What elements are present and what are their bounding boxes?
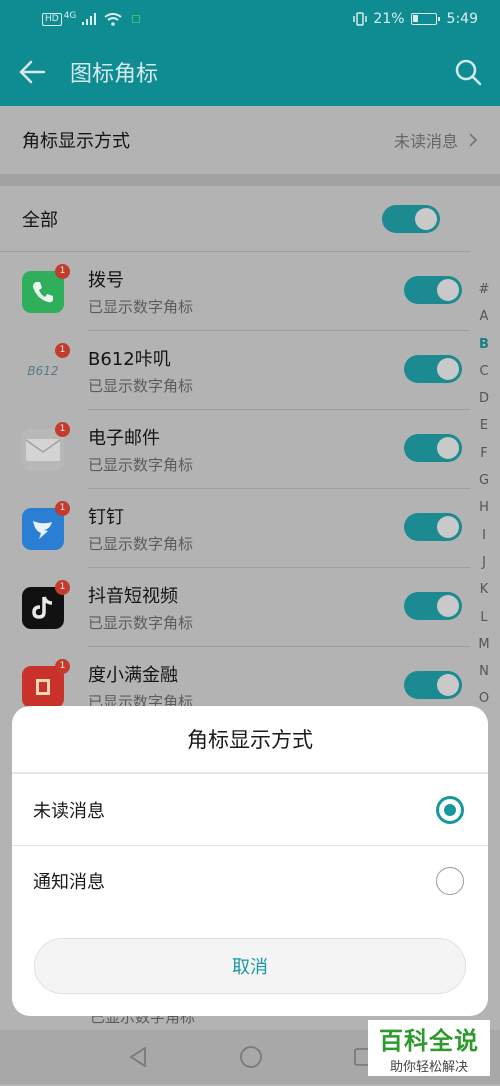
battery-icon	[410, 13, 440, 25]
radio-selected-icon[interactable]	[436, 795, 464, 824]
alpha-index-i[interactable]: I	[482, 522, 486, 549]
app-badge-toggle[interactable]	[404, 592, 462, 620]
badge-count: 1	[55, 658, 70, 674]
list-item-text: 拨号 已显示数字角标	[88, 252, 470, 331]
app-badge-toggle[interactable]	[404, 513, 462, 541]
badge-style-value: 未读消息	[393, 132, 458, 151]
app-bar: 图标角标	[0, 38, 500, 106]
douyin-icon: 1	[22, 579, 70, 629]
list-item-text: 抖音短视频 已显示数字角标	[88, 568, 470, 647]
alpha-index-j[interactable]: J	[482, 549, 486, 576]
network-type: 4G	[63, 11, 77, 21]
all-apps-label: 全部	[22, 209, 58, 231]
all-apps-toggle[interactable]	[382, 204, 440, 233]
alpha-index-c[interactable]: C	[479, 358, 488, 385]
home-nav-icon[interactable]	[239, 1045, 263, 1069]
back-nav-icon[interactable]	[127, 1046, 149, 1068]
svg-text:B612: B612	[27, 364, 58, 378]
watermark-title: 百科全说	[379, 1027, 479, 1055]
list-item: 1 电子邮件 已显示数字角标	[0, 410, 500, 489]
option-unread-messages[interactable]: 未读消息	[12, 774, 488, 845]
radio-unselected-icon[interactable]	[436, 867, 464, 895]
alpha-index-k[interactable]: K	[480, 576, 489, 603]
dialog-title: 角标显示方式	[12, 706, 488, 774]
alpha-index-b[interactable]: B	[479, 331, 489, 358]
arrow-left-icon[interactable]	[18, 60, 46, 84]
list-item: 1 拨号 已显示数字角标	[0, 252, 500, 331]
battery-percent: 21%	[373, 11, 405, 27]
page-title: 图标角标	[70, 62, 159, 87]
list-item-text: 电子邮件 已显示数字角标	[88, 410, 470, 489]
list-item-text: B612咔叽 已显示数字角标	[88, 331, 470, 410]
alpha-index-h[interactable]: H	[479, 494, 489, 521]
status-bar: HD 4G 21% 5:49	[0, 0, 500, 38]
option-label: 未读消息	[33, 800, 105, 822]
badge-count: 1	[55, 342, 70, 358]
list-item-text: 钉钉 已显示数字角标	[88, 489, 470, 568]
app-badge-toggle[interactable]	[404, 671, 462, 699]
badge-style-dialog: 角标显示方式 未读消息 通知消息 取消	[12, 706, 488, 1016]
alpha-index-hash[interactable]: #	[479, 276, 490, 303]
dingtalk-icon: 1	[22, 500, 70, 550]
watermark-logo: 百科全说 助你轻松解决	[368, 1020, 490, 1076]
hd-badge: HD	[42, 12, 62, 26]
signal-icon	[82, 13, 97, 25]
alpha-index-g[interactable]: G	[479, 467, 489, 494]
alpha-index-l[interactable]: L	[480, 604, 487, 631]
alpha-index-m[interactable]: M	[478, 631, 489, 658]
cancel-button[interactable]: 取消	[34, 938, 466, 994]
badge-style-setting[interactable]: 角标显示方式 未读消息	[0, 106, 500, 174]
b612-icon: B612 1	[22, 342, 70, 392]
duxiaoman-icon: 1	[22, 658, 70, 708]
option-label: 通知消息	[33, 872, 105, 893]
list-item: B612 1 B612咔叽 已显示数字角标	[0, 331, 500, 410]
watermark-subtitle: 助你轻松解决	[389, 1060, 468, 1075]
badge-style-label: 角标显示方式	[22, 131, 130, 152]
badge-count: 1	[55, 263, 70, 279]
search-icon[interactable]	[454, 58, 482, 86]
badge-style-value-group: 未读消息	[394, 128, 478, 152]
vibrate-icon	[353, 12, 368, 26]
all-apps-row: 全部	[0, 186, 470, 252]
wifi-icon	[104, 12, 123, 26]
alpha-index-d[interactable]: D	[479, 385, 489, 412]
alpha-index-n[interactable]: N	[479, 658, 489, 685]
notification-icon	[132, 15, 141, 23]
clock: 5:49	[446, 11, 478, 27]
mail-icon: 1	[22, 421, 70, 471]
alphabet-index[interactable]: # A B C D E F G H I J K L M N O	[476, 276, 492, 713]
list-item: 1 钉钉 已显示数字角标	[0, 489, 500, 568]
list-item: 1 抖音短视频 已显示数字角标	[0, 568, 500, 647]
phone-icon: 1	[22, 263, 70, 313]
option-notification-messages[interactable]: 通知消息	[12, 845, 488, 916]
app-badge-toggle[interactable]	[404, 355, 462, 383]
badge-count: 1	[55, 579, 70, 595]
alpha-index-e[interactable]: E	[480, 412, 488, 439]
badge-count: 1	[55, 421, 70, 437]
chevron-right-icon	[469, 133, 478, 147]
alpha-index-a[interactable]: A	[480, 303, 489, 330]
app-badge-toggle[interactable]	[404, 434, 462, 462]
badge-count: 1	[55, 500, 70, 516]
alpha-index-f[interactable]: F	[480, 440, 487, 467]
app-badge-toggle[interactable]	[404, 276, 462, 304]
section-divider	[0, 174, 500, 186]
